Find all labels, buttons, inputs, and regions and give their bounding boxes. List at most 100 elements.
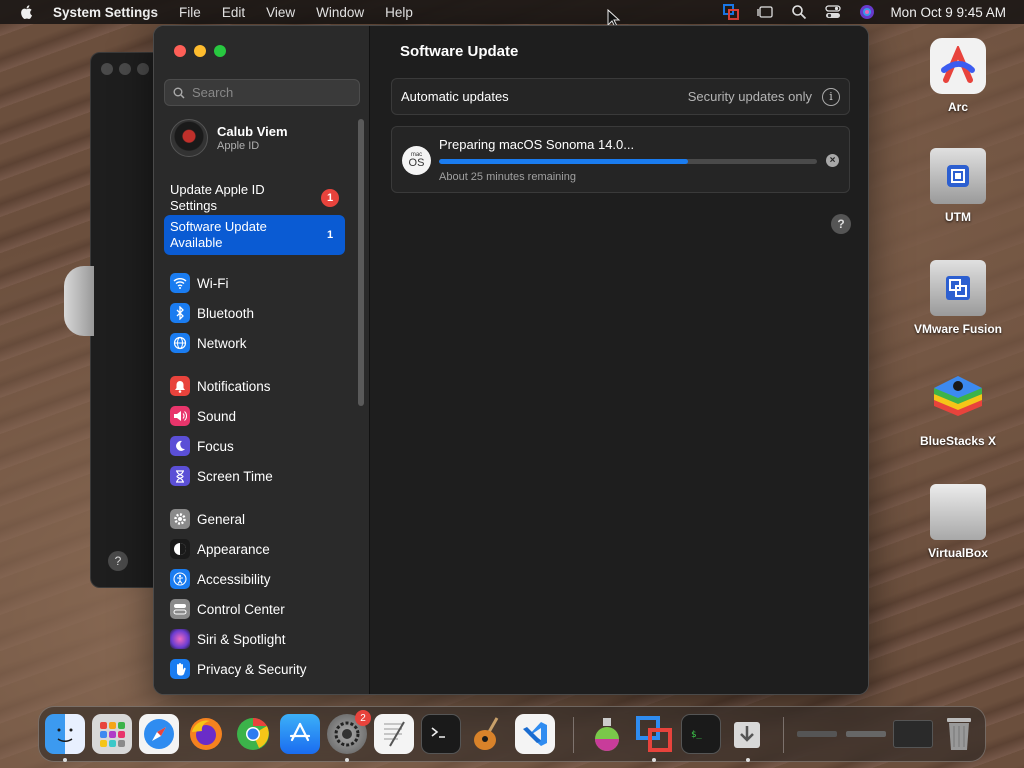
- textedit-icon[interactable]: [374, 714, 414, 754]
- bg-help-button[interactable]: ?: [108, 551, 128, 571]
- arc-app-icon: [930, 38, 986, 94]
- desktop-object: [64, 266, 94, 336]
- desktop-icon-bluestacks[interactable]: BlueStacks X: [908, 372, 1008, 448]
- safari-icon[interactable]: [139, 714, 179, 754]
- downloads-icon[interactable]: [728, 714, 768, 754]
- menu-window[interactable]: Window: [316, 5, 364, 20]
- automatic-updates-value: Security updates only: [687, 89, 812, 104]
- sidebar-item-label: Accessibility: [197, 571, 271, 587]
- menu-app-name[interactable]: System Settings: [53, 5, 158, 20]
- update-progress-fill: [439, 159, 689, 164]
- sidebar-scrollbar[interactable]: [358, 119, 364, 406]
- window-thumb-3-icon[interactable]: [891, 714, 935, 754]
- sidebar-item-label: Siri & Spotlight: [197, 631, 286, 647]
- sidebar: Search Calub Viem Apple ID Update Apple …: [154, 26, 370, 694]
- launchpad-icon[interactable]: [92, 714, 132, 754]
- sidebar-item-control-center[interactable]: Control Center: [170, 598, 285, 620]
- sidebar-item-focus[interactable]: Focus: [170, 435, 234, 457]
- window-thumb-2-icon[interactable]: [844, 714, 888, 754]
- garageband-icon[interactable]: [468, 714, 508, 754]
- menu-help[interactable]: Help: [385, 5, 413, 20]
- apple-menu-icon[interactable]: [18, 3, 36, 21]
- running-indicator: [345, 758, 349, 762]
- dock-separator: [783, 717, 784, 753]
- stage-manager-icon[interactable]: [757, 4, 774, 20]
- spotlight-search-icon[interactable]: [791, 4, 807, 20]
- sidebar-item-appearance[interactable]: Appearance: [170, 538, 270, 560]
- control-center-menubar-icon[interactable]: [825, 4, 842, 20]
- bg-close-button[interactable]: [101, 63, 113, 75]
- sidebar-item-wifi[interactable]: Wi-Fi: [170, 272, 228, 294]
- menu-view[interactable]: View: [266, 5, 295, 20]
- potion-icon[interactable]: [587, 714, 627, 754]
- bell-icon: [170, 376, 190, 396]
- system-settings-window: Search Calub Viem Apple ID Update Apple …: [153, 25, 869, 695]
- update-title: Preparing macOS Sonoma 14.0...: [439, 137, 635, 152]
- chrome-icon[interactable]: [233, 714, 273, 754]
- vscode-icon[interactable]: [515, 714, 555, 754]
- firefox-icon[interactable]: [186, 714, 226, 754]
- desktop-icon-utm[interactable]: UTM: [908, 148, 1008, 224]
- desktop-icon-label: BlueStacks X: [919, 434, 997, 448]
- bg-minimize-button[interactable]: [119, 63, 131, 75]
- avatar: [170, 119, 208, 157]
- minimize-button[interactable]: [194, 45, 206, 57]
- bg-zoom-button[interactable]: [137, 63, 149, 75]
- sidebar-item-label: Notifications: [197, 378, 271, 394]
- notice-badge: 1: [321, 189, 339, 207]
- siri-menubar-icon[interactable]: [859, 4, 875, 20]
- help-button[interactable]: ?: [831, 214, 851, 234]
- desktop-icon-virtualbox[interactable]: VirtualBox: [908, 484, 1008, 560]
- close-button[interactable]: [174, 45, 186, 57]
- console-icon[interactable]: $_: [681, 714, 721, 754]
- sidebar-item-siri-spotlight[interactable]: Siri & Spotlight: [170, 628, 286, 650]
- menu-edit[interactable]: Edit: [222, 5, 245, 20]
- sidebar-item-sound[interactable]: Sound: [170, 405, 236, 427]
- terminal-icon[interactable]: [421, 714, 461, 754]
- info-icon[interactable]: i: [822, 87, 840, 106]
- sidebar-item-label: Screen Time: [197, 468, 273, 484]
- desktop-icon-label: VirtualBox: [928, 546, 988, 560]
- update-apple-id-notice[interactable]: Update Apple ID Settings 1: [164, 178, 345, 218]
- desktop-icon-arc[interactable]: Arc: [908, 38, 1008, 114]
- svg-text:$_: $_: [691, 730, 702, 740]
- trash-icon[interactable]: [939, 714, 979, 754]
- desktop-icon-vmware[interactable]: VMware Fusion: [908, 260, 1008, 336]
- sidebar-item-accessibility[interactable]: Accessibility: [170, 568, 271, 590]
- menu-file[interactable]: File: [179, 5, 201, 20]
- update-time-remaining: About 25 minutes remaining: [439, 171, 576, 183]
- bluetooth-icon: [170, 303, 190, 323]
- siri-icon: [170, 629, 190, 649]
- speaker-icon: [170, 406, 190, 426]
- search-input[interactable]: Search: [164, 79, 360, 106]
- finder-icon[interactable]: [45, 714, 85, 754]
- wifi-icon: [170, 273, 190, 293]
- app-store-icon[interactable]: [280, 714, 320, 754]
- cancel-update-button[interactable]: ×: [826, 154, 839, 167]
- parallels-icon[interactable]: [634, 714, 674, 754]
- notice-label: Update Apple ID Settings: [170, 182, 265, 213]
- sidebar-item-screen-time[interactable]: Screen Time: [170, 465, 273, 487]
- account-name: Calub Viem: [217, 124, 288, 139]
- sidebar-item-label: Appearance: [197, 541, 270, 557]
- gear-icon: [170, 509, 190, 529]
- software-update-notice[interactable]: Software Update Available 1: [164, 215, 345, 255]
- running-indicator: [746, 758, 750, 762]
- window-thumb-1-icon[interactable]: [795, 714, 839, 754]
- sidebar-item-label: Sound: [197, 408, 237, 424]
- zoom-button[interactable]: [214, 45, 226, 57]
- sidebar-item-privacy-security[interactable]: Privacy & Security: [170, 658, 307, 680]
- menubar-clock[interactable]: Mon Oct 9 9:45 AM: [890, 5, 1006, 20]
- dock: 2 $_: [38, 706, 986, 762]
- apple-id-account[interactable]: Calub Viem Apple ID: [170, 119, 288, 157]
- page-title: Software Update: [400, 43, 519, 60]
- sidebar-item-general[interactable]: General: [170, 508, 245, 530]
- network-globe-icon: [170, 333, 190, 353]
- sidebar-item-network[interactable]: Network: [170, 332, 247, 354]
- parallels-status-icon[interactable]: [723, 4, 740, 20]
- search-placeholder: Search: [192, 85, 234, 100]
- running-indicator: [652, 758, 656, 762]
- sidebar-item-bluetooth[interactable]: Bluetooth: [170, 302, 254, 324]
- desktop-icon-label: UTM: [945, 210, 971, 224]
- sidebar-item-notifications[interactable]: Notifications: [170, 375, 271, 397]
